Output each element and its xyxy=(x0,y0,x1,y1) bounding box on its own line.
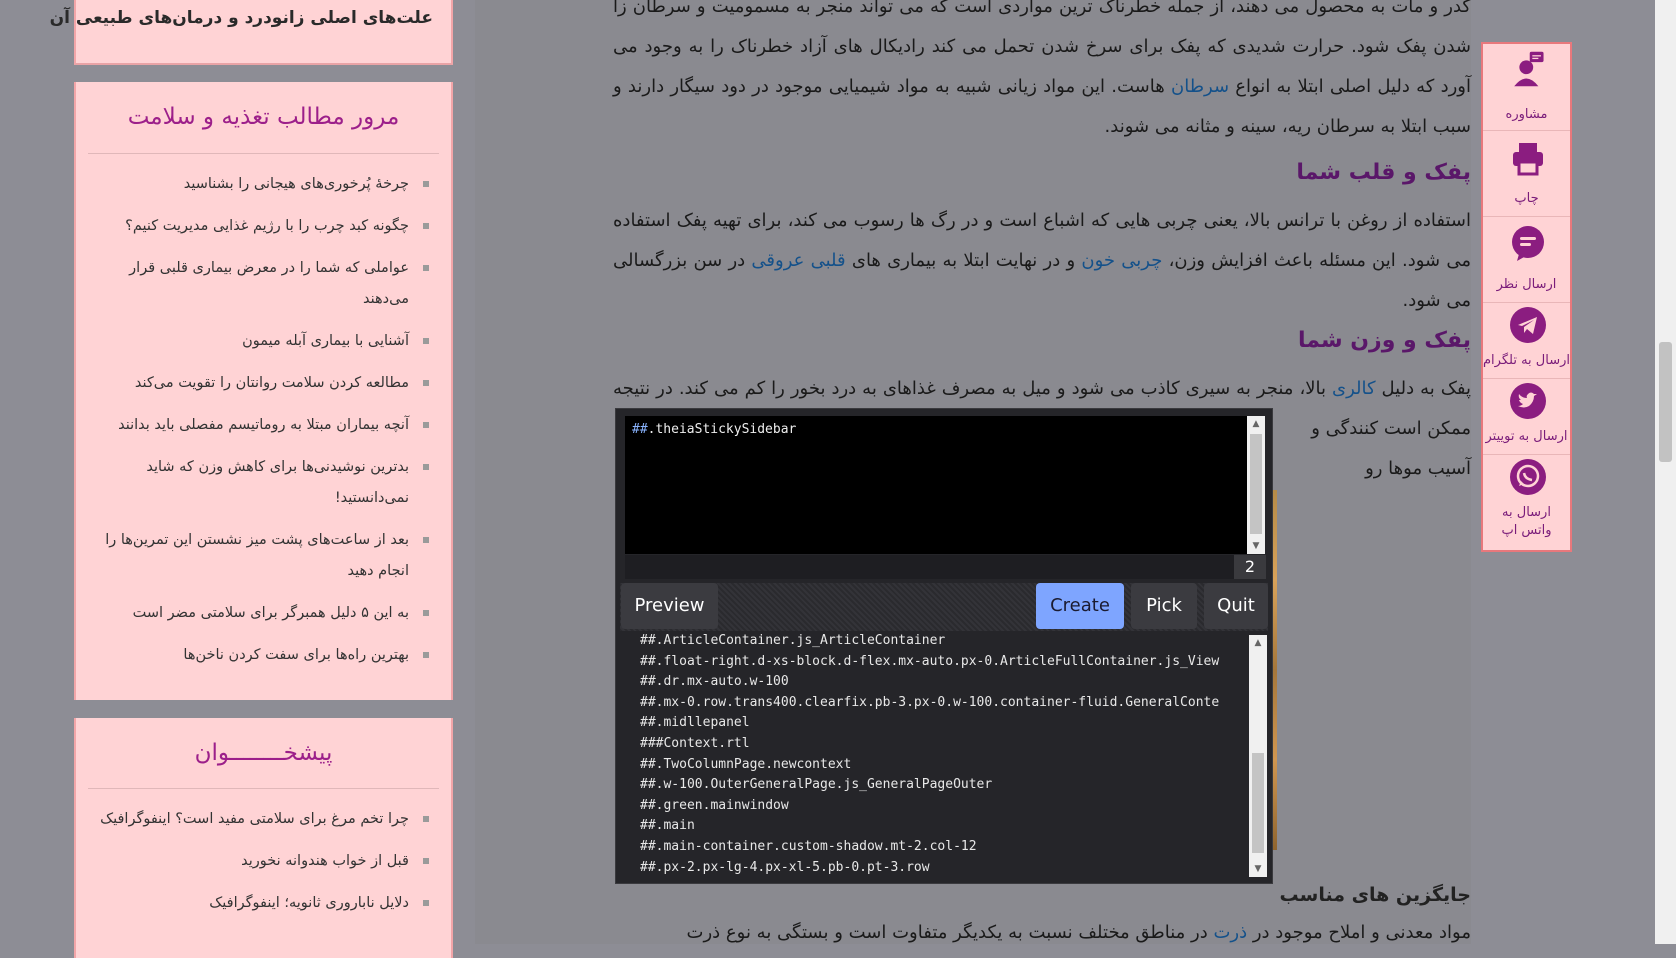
list-item[interactable]: عواملی که شما را در معرض بیماری قلبی قرا… xyxy=(88,253,429,315)
candidate-item[interactable]: ##.mx-0.row.trans400.clearfix.pb-3.px-0.… xyxy=(640,693,1240,714)
share-bar: مشاوره چاپ ارسال نظر ارسال به تلگرام ارس… xyxy=(1481,42,1572,552)
scrollbar-thumb[interactable] xyxy=(1252,753,1264,853)
share-twitter[interactable]: ارسال به توییتر xyxy=(1483,378,1570,455)
scrollbar-thumb[interactable] xyxy=(1250,434,1262,534)
link-cardiovascular[interactable]: قلبی عروقی xyxy=(751,250,845,271)
list-scrollbar[interactable]: ▲ ▼ xyxy=(1249,635,1267,877)
candidate-item[interactable]: ##.midllepanel xyxy=(640,713,1240,734)
sidebar: علت‌های اصلی زانودرد و درمان‌های طبیعی آ… xyxy=(50,0,453,958)
editor-scrollbar[interactable]: ▲ ▼ xyxy=(1247,416,1265,554)
list-item[interactable]: مطالعه کردن سلامت روانتان را تقویت می‌کن… xyxy=(88,368,429,399)
picker-toolbar: Preview Create Pick Quit xyxy=(620,583,1268,631)
link-cancer[interactable]: سرطان xyxy=(1171,76,1229,97)
candidate-item[interactable]: ##.green.mainwindow xyxy=(640,796,1240,817)
whatsapp-icon xyxy=(1510,459,1546,495)
list-item[interactable]: بهترین راه‌ها برای سفت کردن ناخن‌ها xyxy=(88,640,429,671)
list-item[interactable]: آنچه بیماران مبتلا به روماتیسم مفصلی بای… xyxy=(88,410,429,441)
section-heading-heart: پفک و قلب شما xyxy=(1296,160,1471,185)
share-consult[interactable]: مشاوره xyxy=(1483,44,1570,131)
consult-icon xyxy=(1514,51,1544,87)
element-picker-dialog: ##.theiaStickySidebar ▲ ▼ 2 Preview Crea… xyxy=(615,408,1273,884)
article-line-fragment: آسیب موها رو xyxy=(1365,458,1471,479)
quit-button[interactable]: Quit xyxy=(1204,583,1268,629)
create-button[interactable]: Create xyxy=(1036,583,1124,629)
review-card: مرور مطالب تغذیه و سلامت چرخهٔ پُرخوری‌ه… xyxy=(74,82,453,700)
suggested-list: چرا تخم مرغ برای سلامتی مفید است؟ اینفوگ… xyxy=(88,804,429,930)
share-comment[interactable]: ارسال نظر xyxy=(1483,216,1570,303)
scroll-up-icon[interactable]: ▲ xyxy=(1247,416,1265,432)
sidebar-top-card: علت‌های اصلی زانودرد و درمان‌های طبیعی آ… xyxy=(50,0,453,65)
article-paragraph-2: استفاده از روغن با ترانس بالا، یعنی چربی… xyxy=(613,210,1472,311)
share-whatsapp[interactable]: ارسال به واتس اپ xyxy=(1483,454,1570,550)
link-corn[interactable]: ذرت xyxy=(1213,922,1247,943)
list-item[interactable]: به این ۵ دلیل همبرگر برای سلامتی مضر است xyxy=(88,598,429,629)
scroll-up-icon[interactable]: ▲ xyxy=(1249,635,1267,651)
preview-button[interactable]: Preview xyxy=(621,583,718,629)
candidate-item[interactable]: ##.ArticleContainer.js_ArticleContainer xyxy=(640,631,1240,652)
list-item[interactable]: چرا تخم مرغ برای سلامتی مفید است؟ اینفوگ… xyxy=(88,804,429,835)
share-telegram[interactable]: ارسال به تلگرام xyxy=(1483,302,1570,379)
list-item[interactable]: چگونه کبد چرب را با رژیم غذایی مدیریت کن… xyxy=(88,211,429,242)
scroll-down-icon[interactable]: ▼ xyxy=(1249,861,1267,877)
section-heading-weight: پفک و وزن شما xyxy=(1297,328,1471,353)
print-icon xyxy=(1513,143,1543,176)
divider xyxy=(88,788,439,789)
share-print[interactable]: چاپ xyxy=(1483,130,1570,217)
candidate-item[interactable]: ##.float-right.d-xs-block.d-flex.mx-auto… xyxy=(640,652,1240,673)
scroll-down-icon[interactable]: ▼ xyxy=(1247,538,1265,554)
candidate-item[interactable]: ##.w-100.OuterGeneralPage.js_GeneralPage… xyxy=(640,775,1240,796)
comment-icon xyxy=(1512,226,1544,261)
candidate-list: ##.ArticleContainer.js_ArticleContainer … xyxy=(640,631,1240,879)
link-calorie[interactable]: کالری xyxy=(1332,378,1376,399)
candidate-item[interactable]: ##.TwoColumnPage.newcontext xyxy=(640,755,1240,776)
list-item[interactable]: بعد از ساعت‌های پشت میز نشستن این تمرین‌… xyxy=(88,525,429,587)
review-list: چرخهٔ پُرخوری‌های هیجانی را بشناسید چگون… xyxy=(88,169,429,682)
suggested-card: پیشخــــــــوان چرا تخم مرغ برای سلامتی … xyxy=(74,718,453,958)
filter-editor[interactable]: ##.theiaStickySidebar xyxy=(625,416,1247,554)
sidebar-top-title[interactable]: علت‌های اصلی زانودرد و درمان‌های طبیعی آ… xyxy=(50,8,433,28)
list-item[interactable]: قبل از خواب هندوانه نخورید xyxy=(88,846,429,877)
scrollbar-thumb[interactable] xyxy=(1659,342,1672,462)
editor-status-strip xyxy=(625,555,1265,579)
article-paragraph-1: کدر و مات به محصول می دهند، از جمله خطرن… xyxy=(613,0,1471,137)
suggested-title: پیشخــــــــوان xyxy=(194,740,333,766)
telegram-icon xyxy=(1510,307,1546,343)
candidate-item[interactable]: ##.main-container.custom-shadow.mt-2.col… xyxy=(640,837,1240,858)
list-item[interactable]: چرخهٔ پُرخوری‌های هیجانی را بشناسید xyxy=(88,169,429,200)
list-item[interactable]: آشنایی با بیماری آبله میمون xyxy=(88,326,429,357)
list-item[interactable]: دلایل ناباروری ثانویه؛ اینفوگرافیک xyxy=(88,888,429,919)
list-item[interactable]: بدترین نوشیدنی‌ها برای کاهش وزن که شاید … xyxy=(88,452,429,514)
candidate-item[interactable]: ##.main xyxy=(640,816,1240,837)
filter-text[interactable]: ##.theiaStickySidebar xyxy=(632,422,796,437)
candidate-item[interactable]: ##.dr.mx-auto.w-100 xyxy=(640,672,1240,693)
candidate-item[interactable]: ##.px-2.px-lg-4.px-xl-5.pb-0.pt-3.row xyxy=(640,858,1240,879)
pick-button[interactable]: Pick xyxy=(1131,583,1197,629)
review-title: مرور مطالب تغذیه و سلامت xyxy=(127,104,400,130)
divider xyxy=(88,153,439,154)
link-blood-fat[interactable]: چربی خون xyxy=(1081,250,1162,271)
article-paragraph-4: مواد معدنی و املاح موجود در ذرت در مناطق… xyxy=(686,922,1471,943)
page-scrollbar[interactable] xyxy=(1655,0,1676,944)
match-count: 2 xyxy=(1234,555,1266,579)
candidate-item[interactable]: ###Context.rtl xyxy=(640,734,1240,755)
section-heading-alternatives: جایگزین های مناسب xyxy=(1279,884,1471,906)
twitter-icon xyxy=(1510,383,1546,419)
